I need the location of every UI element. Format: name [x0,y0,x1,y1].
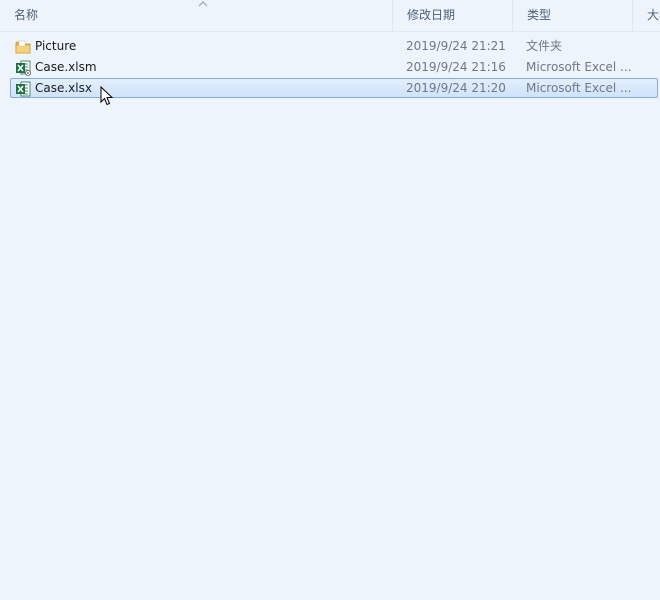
column-header-date[interactable]: 修改日期 [392,0,512,31]
excel-file-icon [16,81,31,97]
column-header-size[interactable]: 大小 [632,0,660,31]
column-header-type[interactable]: 类型 [512,0,640,31]
file-type: 文件夹 [526,39,563,53]
file-date: 2019/9/24 21:21 [406,39,506,53]
file-name: Picture [35,39,77,53]
file-row-case-xlsm[interactable]: Case.xlsm 2019/9/24 21:16 Microsoft Exce… [10,57,658,77]
file-type: Microsoft Excel ... [526,81,632,95]
column-header-name[interactable]: 名称 [0,0,392,31]
file-row-picture[interactable]: Picture 2019/9/24 21:21 文件夹 [10,36,658,56]
excel-macro-file-icon [16,60,31,76]
file-date: 2019/9/24 21:20 [406,81,506,95]
file-name: Case.xlsm [35,60,97,74]
file-name: Case.xlsx [35,81,92,95]
sort-ascending-icon [198,1,208,7]
column-header-bar: 名称 修改日期 类型 大小 [0,0,660,32]
folder-icon [15,40,31,54]
file-type: Microsoft Excel ... [526,60,632,74]
mouse-pointer-icon [100,86,114,106]
file-date: 2019/9/24 21:16 [406,60,506,74]
